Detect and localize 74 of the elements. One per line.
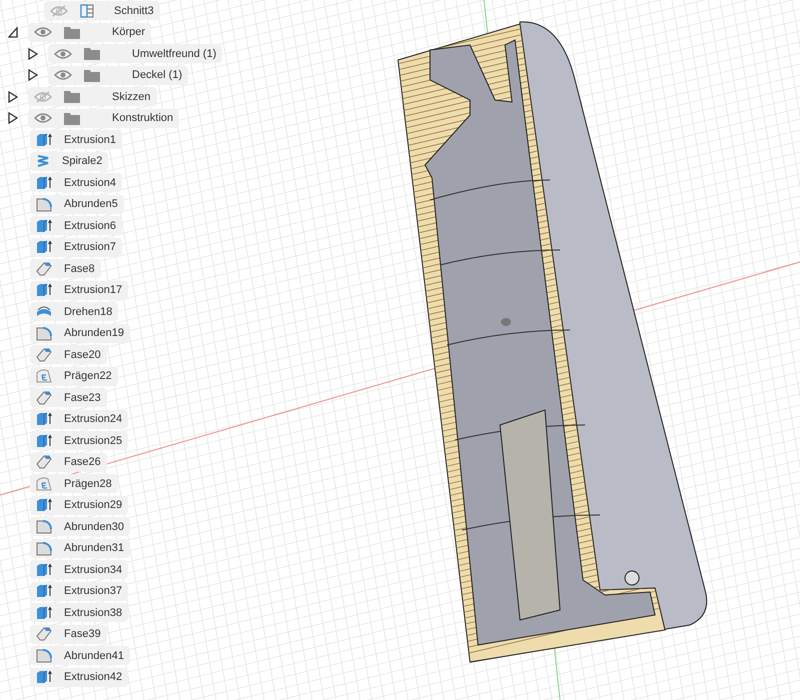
feature-item[interactable]: Extrusion38 bbox=[30, 603, 128, 622]
expand-triangle-icon[interactable] bbox=[8, 112, 18, 124]
feature-item[interactable]: Fase23 bbox=[30, 388, 107, 408]
extrude-icon bbox=[36, 132, 52, 147]
extrude-icon bbox=[36, 670, 52, 684]
feature-item[interactable]: Spirale2 bbox=[30, 152, 108, 171]
extrude-icon bbox=[36, 498, 52, 512]
browser-folder[interactable]: Umweltfreund (1) bbox=[48, 44, 222, 64]
emboss-icon bbox=[36, 369, 52, 384]
eye-icon[interactable] bbox=[54, 69, 72, 82]
feature-item[interactable]: Abrunden30 bbox=[30, 517, 130, 536]
feature-item[interactable]: Extrusion24 bbox=[30, 410, 128, 429]
feature-item[interactable]: Extrusion17 bbox=[30, 280, 128, 300]
extrude-icon bbox=[36, 283, 52, 298]
revolve-icon bbox=[36, 304, 52, 319]
feature-item[interactable]: Abrunden31 bbox=[30, 538, 130, 558]
extrude-icon bbox=[36, 240, 52, 254]
extrude-icon bbox=[36, 176, 52, 190]
browser-folder[interactable]: Konstruktion bbox=[28, 108, 180, 128]
fillet-icon bbox=[36, 519, 52, 534]
feature-item[interactable]: Abrunden19 bbox=[30, 324, 130, 343]
chamfer-icon bbox=[36, 262, 52, 276]
feature-item[interactable]: Extrusion37 bbox=[30, 582, 128, 601]
chamfer-icon bbox=[36, 627, 52, 642]
browser-item[interactable]: Schnitt3 bbox=[44, 1, 160, 20]
eye-icon[interactable] bbox=[34, 112, 52, 124]
expand-triangle-icon[interactable] bbox=[8, 90, 18, 103]
eye-icon[interactable] bbox=[34, 26, 52, 38]
feature-item[interactable]: Fase20 bbox=[30, 345, 107, 364]
extrude-icon bbox=[36, 584, 52, 598]
chamfer-icon bbox=[36, 455, 52, 470]
browser-folder[interactable]: Körper bbox=[28, 22, 152, 42]
extrude-icon bbox=[36, 606, 52, 620]
expand-triangle-icon[interactable] bbox=[28, 69, 38, 82]
part-section-drawing[interactable] bbox=[397, 22, 708, 663]
feature-item[interactable]: Extrusion25 bbox=[30, 431, 128, 450]
feature-item[interactable]: Prägen22 bbox=[30, 366, 118, 386]
feature-item[interactable]: Extrusion29 bbox=[30, 496, 128, 515]
feature-item[interactable]: Extrusion6 bbox=[30, 216, 122, 236]
feature-item[interactable]: Abrunden41 bbox=[30, 646, 130, 666]
browser-folder[interactable]: Skizzen bbox=[28, 87, 157, 106]
extrude-icon bbox=[36, 562, 52, 577]
feature-item[interactable]: Fase39 bbox=[30, 624, 107, 644]
chamfer-icon bbox=[36, 390, 52, 405]
folder-icon bbox=[64, 90, 80, 104]
fillet-icon bbox=[36, 648, 52, 664]
extrude-icon bbox=[36, 218, 52, 233]
feature-item[interactable]: Fase26 bbox=[30, 452, 107, 472]
fillet-icon bbox=[36, 326, 52, 341]
extrude-icon bbox=[36, 434, 52, 448]
feature-item[interactable]: Fase8 bbox=[30, 259, 101, 278]
feature-item[interactable]: Extrusion42 bbox=[30, 668, 128, 687]
coil-icon bbox=[36, 154, 50, 168]
folder-icon bbox=[64, 112, 80, 125]
section-icon bbox=[80, 4, 94, 18]
fillet-icon bbox=[36, 196, 52, 212]
emboss-icon bbox=[36, 476, 52, 491]
eye-icon[interactable] bbox=[54, 48, 72, 60]
feature-item[interactable]: Drehen18 bbox=[30, 302, 118, 322]
feature-item[interactable]: Extrusion34 bbox=[30, 560, 128, 580]
feature-item[interactable]: Extrusion1 bbox=[30, 130, 122, 150]
collapse-triangle-icon[interactable] bbox=[8, 26, 18, 38]
feature-item[interactable]: Prägen28 bbox=[30, 474, 118, 494]
folder-icon bbox=[84, 68, 100, 82]
browser-folder[interactable]: Deckel (1) bbox=[48, 66, 188, 85]
chamfer-icon bbox=[36, 348, 52, 362]
feature-item[interactable]: Abrunden5 bbox=[30, 194, 124, 214]
folder-icon bbox=[64, 26, 80, 39]
fillet-icon bbox=[36, 540, 52, 556]
feature-item[interactable]: Extrusion4 bbox=[30, 173, 122, 192]
extrude-icon bbox=[36, 412, 52, 426]
expand-triangle-icon[interactable] bbox=[28, 48, 38, 60]
feature-item[interactable]: Extrusion7 bbox=[30, 238, 122, 257]
folder-icon bbox=[84, 47, 100, 60]
